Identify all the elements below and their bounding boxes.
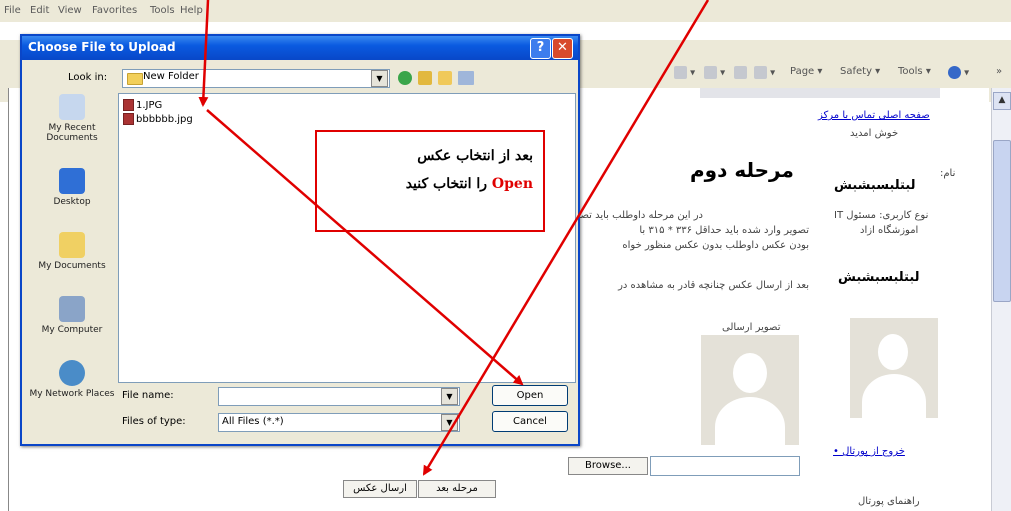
arrow-to-open-button bbox=[206, 109, 524, 386]
annotation-arrows bbox=[198, 0, 710, 476]
arrow-to-send-button bbox=[422, 0, 710, 476]
arrow-to-file bbox=[198, 0, 210, 107]
